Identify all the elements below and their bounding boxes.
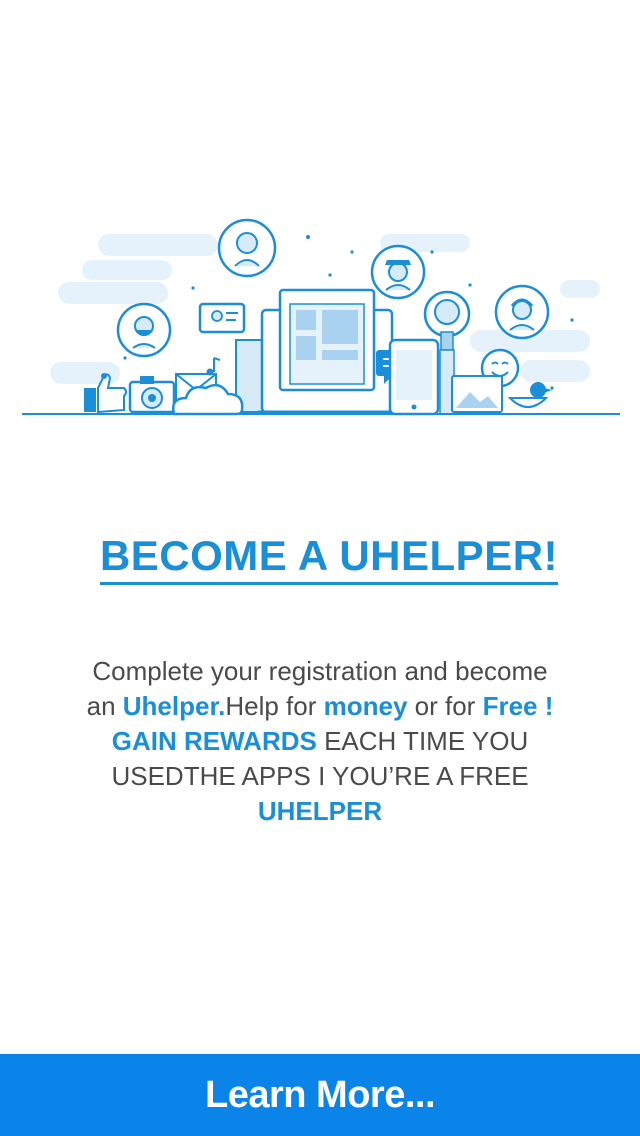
uhelper-highlight: UHELPER bbox=[257, 796, 383, 826]
description-line-2-connector: or for bbox=[407, 691, 483, 721]
money-highlight: money bbox=[323, 691, 408, 721]
learn-more-button[interactable]: Learn More... bbox=[0, 1054, 640, 1136]
girl-avatar-icon bbox=[494, 284, 550, 340]
bird-icon bbox=[507, 382, 552, 408]
description-line-3-rest: EACH TIME YOU bbox=[316, 726, 529, 756]
bearded-man-avatar-icon bbox=[116, 302, 172, 358]
description-text: Complete your registration and become an… bbox=[30, 654, 610, 829]
photo-card-icon bbox=[198, 302, 246, 334]
description-line-2-middle: Help for bbox=[225, 691, 324, 721]
rewards-highlight: GAIN REWARDS bbox=[111, 726, 317, 756]
woman-avatar-icon bbox=[217, 218, 277, 278]
free-highlight: Free ! bbox=[482, 691, 554, 721]
description-line-2-prefix: an bbox=[86, 691, 123, 721]
landscape-photo-icon bbox=[451, 375, 503, 413]
laptop-icon bbox=[235, 288, 396, 414]
music-note-icon bbox=[206, 357, 221, 376]
description-line-4: USEDTHE APPS I YOU’RE A FREE bbox=[111, 761, 529, 791]
phone-icon bbox=[388, 338, 440, 416]
hero-illustration bbox=[22, 218, 620, 416]
headline-container: BECOME A UHELPER! bbox=[0, 532, 640, 585]
page-title: BECOME A UHELPER! bbox=[99, 532, 559, 585]
onboarding-screen: BECOME A UHELPER! Complete your registra… bbox=[0, 0, 640, 1136]
description-line-1: Complete your registration and become bbox=[92, 656, 548, 686]
camera-icon bbox=[128, 376, 176, 414]
man-avatar-icon bbox=[370, 244, 426, 300]
brand-highlight: Uhelper. bbox=[122, 691, 226, 721]
